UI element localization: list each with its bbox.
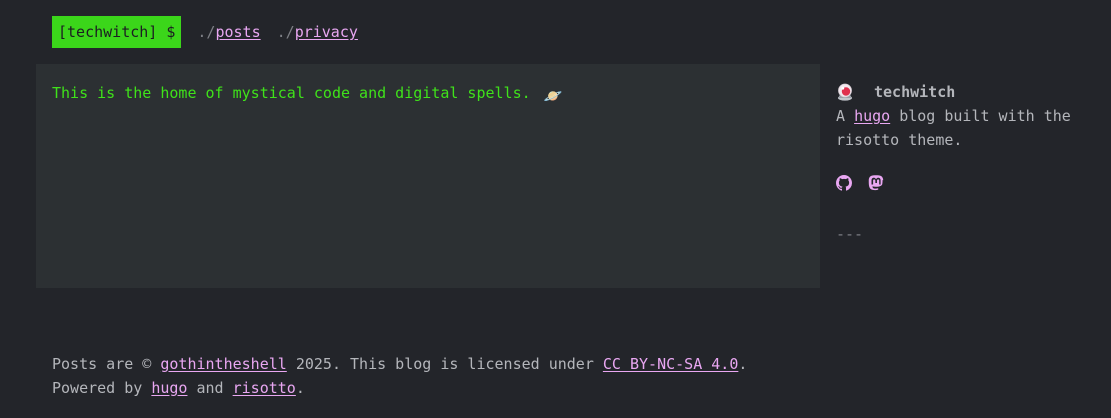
intro-sentence: This is the home of mystical code and di… <box>52 84 531 102</box>
author-link[interactable]: gothintheshell <box>160 355 286 373</box>
site-description: A hugo blog built with the risotto theme… <box>836 104 1086 152</box>
site-footer: Posts are © gothintheshell 2025. This bl… <box>52 352 747 400</box>
nav-prefix: ./ <box>197 23 216 41</box>
main-content: This is the home of mystical code and di… <box>36 64 820 288</box>
license-link[interactable]: CC BY-NC-SA 4.0 <box>603 355 738 373</box>
footer-hugo-link[interactable]: hugo <box>151 379 187 397</box>
nav-link-privacy[interactable]: privacy <box>295 23 358 41</box>
nav-link-posts[interactable]: posts <box>215 23 260 41</box>
sidebar: techwitch A hugo blog built with the ris… <box>836 80 1086 246</box>
sidebar-title-row: techwitch <box>836 80 1086 104</box>
hugo-link[interactable]: hugo <box>854 107 890 125</box>
github-link[interactable] <box>836 175 852 191</box>
site-header: [techwitch] $ ./posts ./privacy <box>52 16 374 48</box>
main-nav: ./posts ./privacy <box>197 23 374 41</box>
footer-and: and <box>196 379 224 397</box>
intro-text: This is the home of mystical code and di… <box>52 84 804 105</box>
footer-period: . <box>738 355 748 373</box>
footer-period: . <box>295 379 305 397</box>
nav-item-posts: ./posts <box>197 23 260 41</box>
mastodon-link[interactable] <box>868 175 884 191</box>
nav-prefix: ./ <box>276 23 295 41</box>
footer-license-line: Posts are © gothintheshell 2025. This bl… <box>52 352 747 376</box>
site-title: techwitch <box>874 83 956 101</box>
social-links <box>836 174 1086 192</box>
footer-powered-prefix: Powered by <box>52 379 143 397</box>
footer-powered-line: Powered by hugo and risotto. <box>52 376 747 400</box>
crystal-ball-icon <box>838 83 852 101</box>
sidebar-divider: --- <box>836 225 864 243</box>
nav-item-privacy: ./privacy <box>277 23 358 41</box>
ringed-planet-icon: 🪐 <box>543 87 563 105</box>
footer-copyright-prefix: Posts are © <box>52 355 152 373</box>
risotto-link[interactable]: risotto <box>233 379 296 397</box>
description-prefix: A <box>836 107 846 125</box>
github-icon <box>836 175 852 191</box>
footer-license-text: 2025. This blog is licensed under <box>295 355 594 373</box>
mastodon-icon <box>868 175 884 191</box>
site-prompt-logo[interactable]: [techwitch] $ <box>52 16 182 48</box>
